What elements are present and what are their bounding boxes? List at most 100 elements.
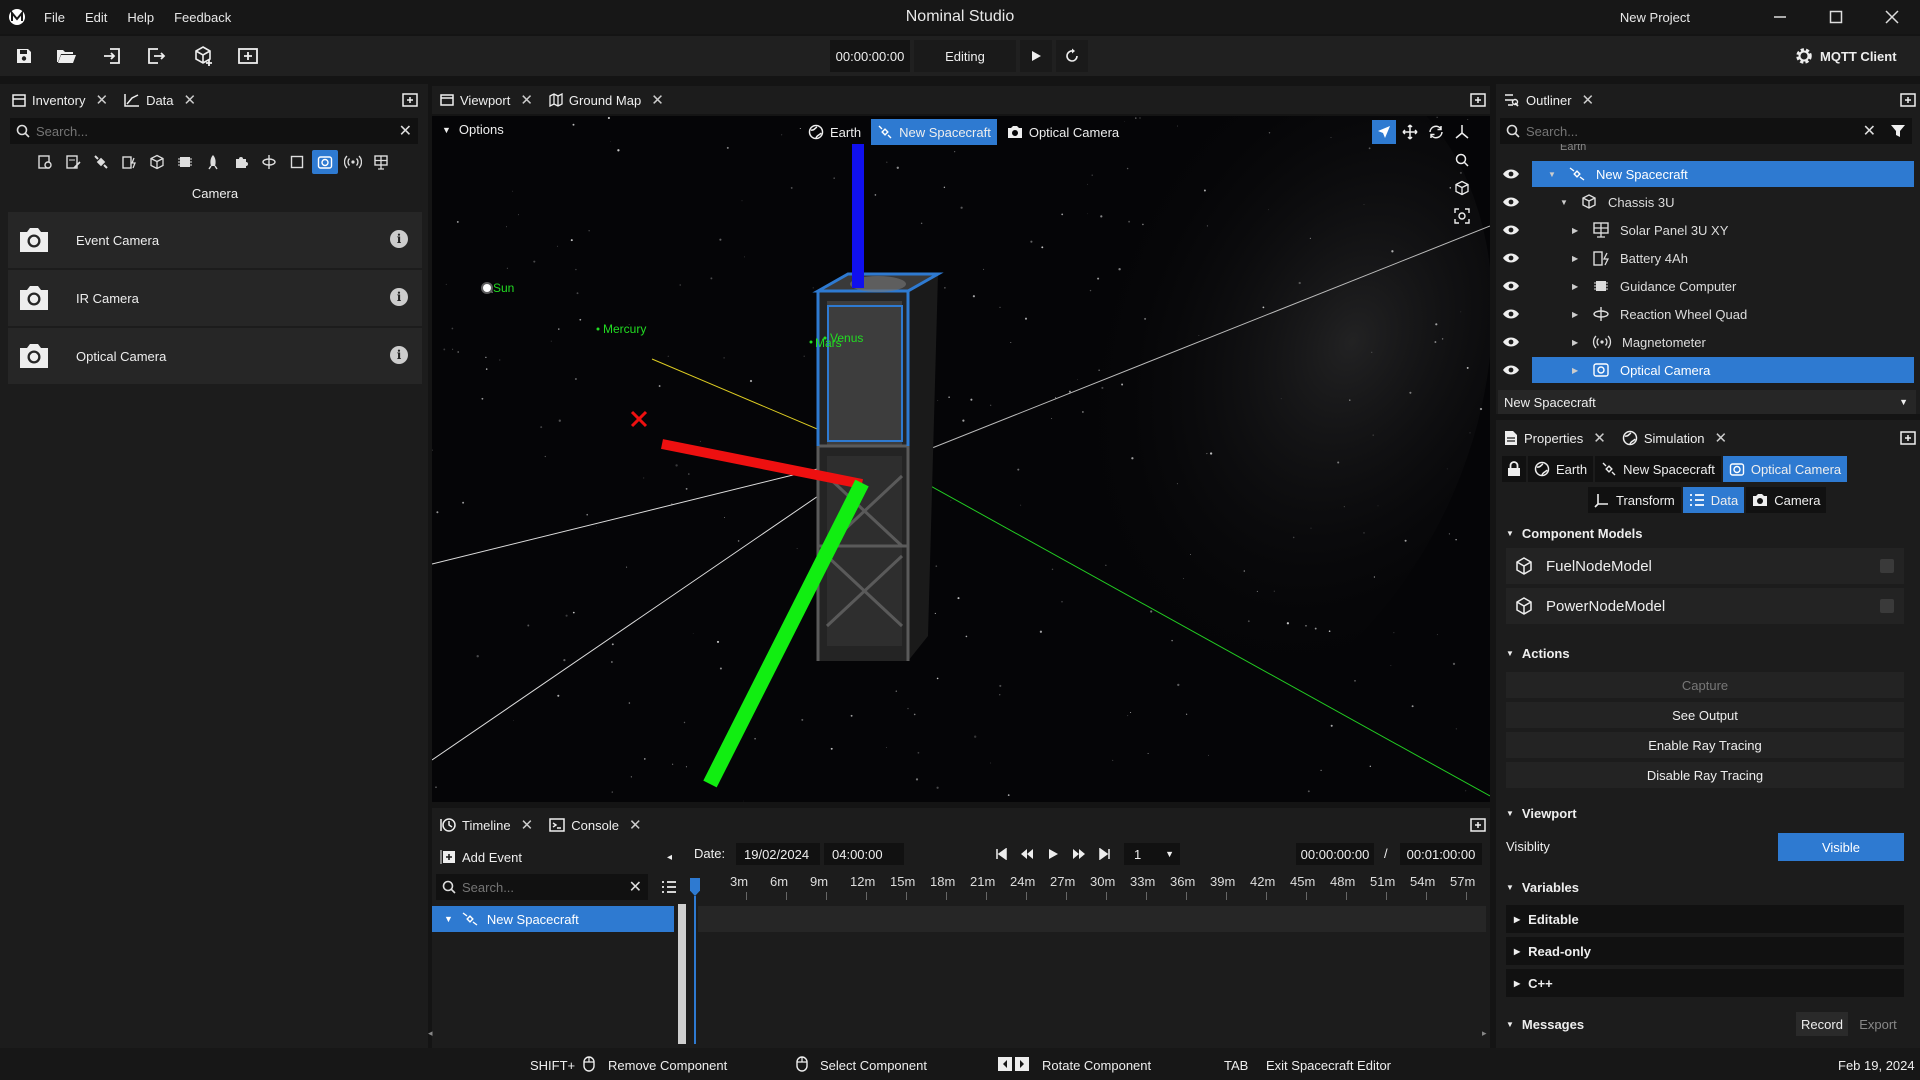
- subtab-camera[interactable]: Camera: [1746, 487, 1827, 513]
- close-tab-icon[interactable]: ✕: [1582, 91, 1595, 109]
- outliner-row[interactable]: ▶ Magnetometer: [1498, 328, 1914, 356]
- maximize-button[interactable]: [1808, 0, 1864, 34]
- track-new-spacecraft[interactable]: ▼ New Spacecraft: [432, 906, 674, 932]
- filter-icon[interactable]: [1890, 123, 1906, 139]
- variables-read-only[interactable]: ▶ Read-only: [1506, 937, 1904, 965]
- camera-filter-icon[interactable]: [312, 150, 338, 174]
- outliner-row-body[interactable]: ▶ Battery 4Ah: [1532, 245, 1914, 271]
- menu-edit[interactable]: Edit: [75, 10, 117, 25]
- model-fuel-node[interactable]: FuelNodeModel: [1506, 548, 1904, 584]
- scroll-left-icon[interactable]: ◂: [428, 1028, 433, 1039]
- rewind-button[interactable]: [1016, 843, 1038, 865]
- inventory-search-input[interactable]: [36, 123, 366, 139]
- section-viewport[interactable]: ▼ Viewport: [1498, 801, 1914, 825]
- list-view-button[interactable]: [658, 876, 680, 898]
- outliner-root-select[interactable]: New Spacecraft ▼: [1498, 390, 1916, 414]
- outliner-row[interactable]: ▶ Optical Camera: [1498, 356, 1914, 384]
- tab-ground-map[interactable]: Ground Map ✕: [541, 86, 672, 114]
- new-tab-button[interactable]: [1900, 430, 1916, 446]
- play-button[interactable]: [1020, 40, 1052, 72]
- see-output-button[interactable]: See Output: [1506, 702, 1904, 728]
- enable-ray-tracing-button[interactable]: Enable Ray Tracing: [1506, 732, 1904, 758]
- outliner-row-body[interactable]: ▶ Guidance Computer: [1532, 273, 1914, 299]
- eye-icon[interactable]: [1498, 168, 1524, 180]
- fast-forward-button[interactable]: [1068, 843, 1090, 865]
- tab-outliner[interactable]: Outliner ✕: [1496, 86, 1602, 114]
- tab-console[interactable]: Console ✕: [541, 811, 649, 839]
- filter-search-icon[interactable]: [32, 150, 58, 174]
- new-tab-button[interactable]: [1470, 817, 1486, 833]
- save-button[interactable]: [6, 40, 42, 72]
- satellite-icon[interactable]: [88, 150, 114, 174]
- mode-selector[interactable]: Editing: [914, 40, 1016, 72]
- outliner-search[interactable]: ✕: [1500, 118, 1912, 144]
- tab-viewport[interactable]: Viewport ✕: [432, 86, 541, 114]
- collapse-arrow-icon[interactable]: ▶: [1572, 226, 1582, 235]
- speed-select[interactable]: 1 ▼: [1124, 843, 1180, 865]
- timeline-splitter[interactable]: [678, 904, 686, 1044]
- collapse-arrow-icon[interactable]: ▶: [1572, 338, 1582, 347]
- collapse-icon[interactable]: ◂: [667, 852, 672, 863]
- export-button[interactable]: [138, 40, 174, 72]
- zoom-button[interactable]: [1450, 148, 1474, 172]
- outliner-search-input[interactable]: [1526, 123, 1826, 139]
- variables-editable[interactable]: ▶ Editable: [1506, 905, 1904, 933]
- close-tab-icon[interactable]: ✕: [520, 91, 533, 109]
- battery-icon[interactable]: [116, 150, 142, 174]
- scene-canvas[interactable]: Sun Mercury Mars Venus: [432, 116, 1490, 802]
- inventory-item-optical-camera[interactable]: Optical Camera i: [8, 328, 422, 384]
- reaction-wheel-icon[interactable]: [256, 150, 282, 174]
- square-icon[interactable]: [284, 150, 310, 174]
- select-tool-button[interactable]: [1372, 120, 1396, 144]
- eye-icon[interactable]: [1498, 280, 1524, 292]
- filter-edit-icon[interactable]: [60, 150, 86, 174]
- inventory-search[interactable]: ✕: [10, 118, 418, 144]
- expand-arrow-icon[interactable]: ▼: [1548, 170, 1558, 179]
- close-window-button[interactable]: [1864, 0, 1920, 34]
- solar-panel-icon[interactable]: [368, 150, 394, 174]
- new-tab-button[interactable]: [1900, 92, 1916, 108]
- clear-search-icon[interactable]: ✕: [1863, 121, 1876, 141]
- model-checkbox[interactable]: [1880, 559, 1894, 573]
- close-tab-icon[interactable]: ✕: [1593, 429, 1606, 447]
- eye-icon[interactable]: [1498, 364, 1524, 376]
- collapse-arrow-icon[interactable]: ▶: [1572, 310, 1582, 319]
- skip-end-button[interactable]: [1094, 843, 1116, 865]
- close-tab-icon[interactable]: ✕: [629, 816, 642, 834]
- chip-icon[interactable]: [172, 150, 198, 174]
- model-power-node[interactable]: PowerNodeModel: [1506, 588, 1904, 624]
- outliner-row-body[interactable]: ▶ Magnetometer: [1532, 329, 1914, 355]
- tab-inventory[interactable]: Inventory ✕: [4, 86, 116, 114]
- path-new-spacecraft[interactable]: New Spacecraft: [1595, 456, 1721, 482]
- timeline-play-button[interactable]: [1042, 843, 1064, 865]
- time-input[interactable]: 04:00:00: [824, 843, 904, 865]
- path-optical-camera[interactable]: Optical Camera: [1722, 456, 1848, 482]
- new-tab-button[interactable]: [1470, 92, 1486, 108]
- breadcrumb-new-spacecraft[interactable]: New Spacecraft: [871, 119, 997, 145]
- menu-feedback[interactable]: Feedback: [164, 10, 241, 25]
- cube-icon[interactable]: [144, 150, 170, 174]
- scroll-right-icon[interactable]: ▸: [1482, 1028, 1487, 1039]
- outliner-row[interactable]: ▼ Chassis 3U: [1498, 188, 1914, 216]
- mqtt-client-button[interactable]: MQTT Client: [1786, 40, 1916, 72]
- close-tab-icon[interactable]: ✕: [651, 91, 664, 109]
- subtab-transform[interactable]: Transform: [1588, 487, 1681, 513]
- view-cube-button[interactable]: [1450, 176, 1474, 200]
- info-icon[interactable]: i: [390, 288, 408, 306]
- add-component-button[interactable]: [186, 40, 222, 72]
- path-earth[interactable]: Earth: [1528, 456, 1594, 482]
- model-checkbox[interactable]: [1880, 599, 1894, 613]
- breadcrumb-optical-camera[interactable]: Optical Camera: [1001, 119, 1125, 145]
- move-tool-button[interactable]: [1398, 120, 1422, 144]
- open-button[interactable]: [48, 40, 84, 72]
- expand-arrow-icon[interactable]: ▼: [1560, 198, 1570, 207]
- import-button[interactable]: [94, 40, 130, 72]
- eye-icon[interactable]: [1498, 252, 1524, 264]
- section-actions[interactable]: ▼ Actions: [1498, 641, 1914, 665]
- close-tab-icon[interactable]: ✕: [1715, 429, 1728, 447]
- antenna-icon[interactable]: [340, 150, 366, 174]
- options-toggle[interactable]: ▼ Options: [442, 122, 504, 137]
- rotate-tool-button[interactable]: [1424, 120, 1448, 144]
- disable-ray-tracing-button[interactable]: Disable Ray Tracing: [1506, 762, 1904, 788]
- menu-help[interactable]: Help: [117, 10, 164, 25]
